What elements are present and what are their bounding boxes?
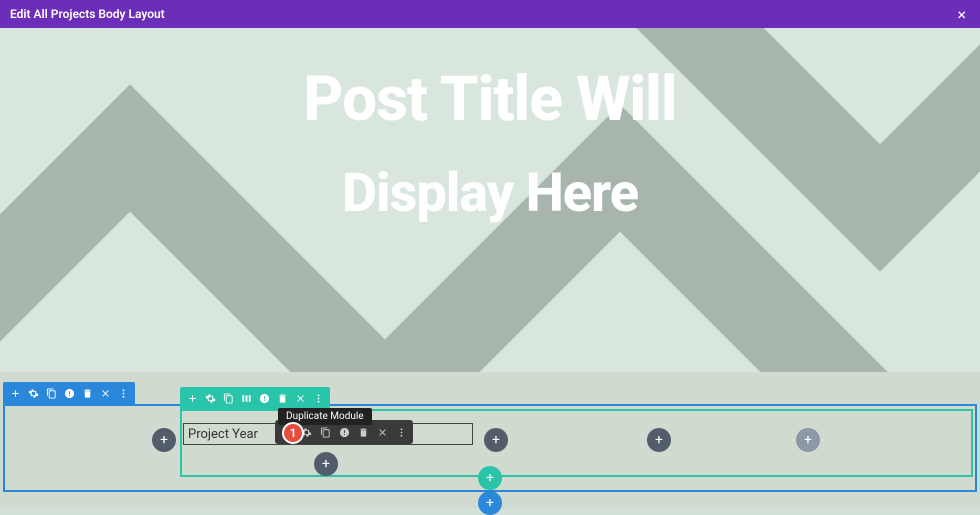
more-icon[interactable] [395,426,407,438]
section-toolbar [3,382,135,404]
header-title: Edit All Projects Body Layout [10,7,165,21]
duplicate-icon[interactable] [222,392,234,404]
close-icon[interactable] [376,426,388,438]
module-label: Project Year [188,427,258,442]
add-module-button[interactable]: + [314,452,338,476]
row-toolbar [180,387,330,409]
columns-icon[interactable] [240,392,252,404]
save-icon[interactable] [258,392,270,404]
trash-icon[interactable] [276,392,288,404]
plus-icon[interactable] [9,387,21,399]
gear-icon[interactable] [27,387,39,399]
more-icon[interactable] [312,392,324,404]
duplicate-icon[interactable] [45,387,57,399]
close-icon[interactable] [99,387,111,399]
hero-area: Post Title Will Display Here [0,28,980,372]
save-icon[interactable] [63,387,75,399]
close-icon[interactable] [294,392,306,404]
trash-icon[interactable] [357,426,369,438]
add-module-button[interactable]: + [647,428,671,452]
add-row-button[interactable]: + [478,466,502,490]
hero-text: Post Title Will Display Here [0,66,980,225]
builder-area: Project Year Duplicate Module 1 + + + + … [0,372,980,508]
duplicate-icon[interactable] [319,426,331,438]
trash-icon[interactable] [81,387,93,399]
add-section-button[interactable]: + [478,491,502,515]
add-module-button[interactable]: + [484,428,508,452]
add-module-button[interactable]: + [796,428,820,452]
save-icon[interactable] [338,426,350,438]
add-module-button[interactable]: + [152,428,176,452]
more-icon[interactable] [117,387,129,399]
gear-icon[interactable] [204,392,216,404]
close-icon[interactable]: × [953,5,970,24]
plus-icon[interactable] [186,392,198,404]
hero-title-line1: Post Title Will [0,66,980,134]
step-badge: 1 [282,422,304,444]
header-bar: Edit All Projects Body Layout × [0,0,980,28]
hero-title-line2: Display Here [0,162,980,225]
